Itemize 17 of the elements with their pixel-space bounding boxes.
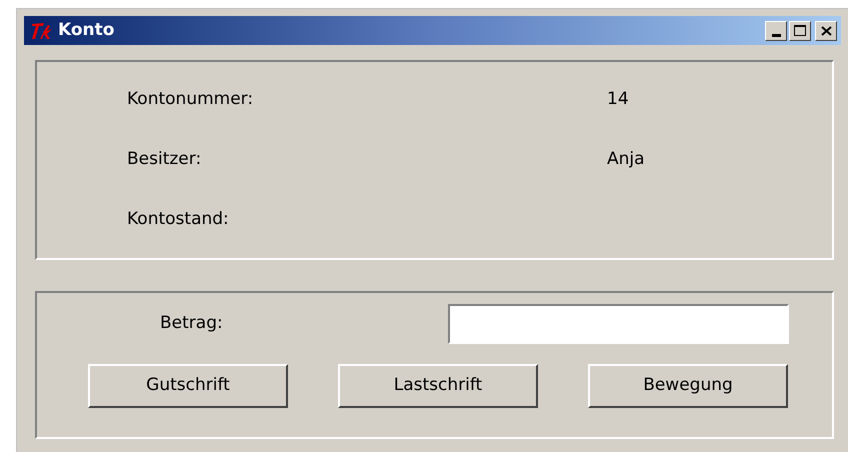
field-label: Kontostand: (127, 208, 230, 232)
maximize-button[interactable] (789, 20, 811, 40)
field-value: Anja (607, 148, 645, 172)
field-label: Besitzer: (127, 148, 202, 172)
field-label: Kontonummer: (127, 88, 254, 112)
amount-label: Betrag: (160, 312, 223, 336)
field-value: 14 (607, 88, 629, 112)
minimize-button[interactable] (765, 20, 787, 40)
action-button[interactable]: Lastschrift (338, 364, 538, 408)
window-title: Konto (58, 18, 114, 42)
close-button[interactable] (815, 20, 837, 40)
amount-field[interactable] (448, 304, 789, 344)
close-icon (820, 26, 832, 36)
maximize-icon (794, 25, 806, 36)
action-button[interactable]: Gutschrift (88, 364, 288, 408)
minimize-icon (772, 34, 780, 36)
action-button[interactable]: Bewegung (588, 364, 788, 408)
